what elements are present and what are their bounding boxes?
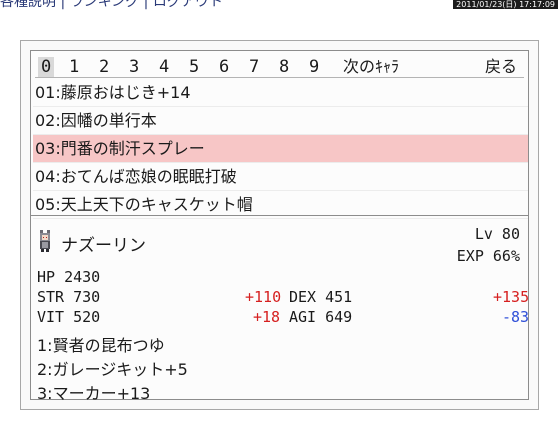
next-character-button[interactable]: 次のｷｬﾗ xyxy=(343,57,399,77)
tab-0[interactable]: 0 xyxy=(38,57,55,77)
tab-4[interactable]: 4 xyxy=(159,57,169,77)
tab-8[interactable]: 8 xyxy=(279,57,289,77)
tab-3[interactable]: 3 xyxy=(129,57,139,77)
list-item-selected[interactable]: 03:門番の制汗スプレー xyxy=(33,135,528,163)
top-nav-links[interactable]: 各種説明 | ランキング | ログアウト xyxy=(0,0,223,11)
tab-1[interactable]: 1 xyxy=(69,57,79,77)
inventory-panel: 0 1 2 3 4 5 6 7 8 9 次のｷｬﾗ 戻る 01:藤原おはじき+1… xyxy=(20,40,539,410)
str-modifier: +110 xyxy=(245,288,282,306)
tab-7[interactable]: 7 xyxy=(249,57,259,77)
equipment-slot-1[interactable]: 1:賢者の昆布つゆ xyxy=(37,332,165,356)
tab-2[interactable]: 2 xyxy=(99,57,109,77)
item-list: 01:藤原おはじき+14 02:因幡の単行本 03:門番の制汗スプレー 04:お… xyxy=(33,79,528,219)
dex-value: DEX 451 xyxy=(289,288,353,306)
tab-6[interactable]: 6 xyxy=(219,57,229,77)
character-sprite-icon xyxy=(40,230,50,252)
exp-value: EXP 66% xyxy=(456,247,520,265)
hp-line: HP 2430 xyxy=(37,268,524,288)
agi-modifier: -83 xyxy=(502,308,530,326)
datetime-badge: 2011/01/23(日) 17:17:09 xyxy=(453,0,558,9)
list-item[interactable]: 04:おてんば恋娘の眠眠打破 xyxy=(33,163,528,191)
str-value: STR 730 xyxy=(37,288,101,306)
vit-agi-line: VIT 520 +18 AGI 649 -83 xyxy=(37,308,529,328)
character-name: ナズーリン xyxy=(61,236,146,256)
inventory-frame: 0 1 2 3 4 5 6 7 8 9 次のｷｬﾗ 戻る 01:藤原おはじき+1… xyxy=(30,50,529,403)
vit-modifier: +18 xyxy=(253,308,281,326)
level-value: Lv 80 xyxy=(474,225,520,243)
character-status: ナズーリン Lv 80 EXP 66% HP 2430 STR 730 +110… xyxy=(35,221,529,403)
back-button[interactable]: 戻る xyxy=(485,57,517,77)
top-bar: 各種説明 | ランキング | ログアウト 2011/01/23(日) 17:17… xyxy=(0,0,560,11)
vit-value: VIT 520 xyxy=(37,308,101,326)
dex-modifier: +135 xyxy=(493,288,530,306)
str-dex-line: STR 730 +110 DEX 451 +135 xyxy=(37,288,529,308)
hp-value: HP 2430 xyxy=(37,268,101,286)
tab-5[interactable]: 5 xyxy=(189,57,199,77)
section-divider xyxy=(31,215,528,216)
equipment-slot-2[interactable]: 2:ガレージキット+5 xyxy=(37,356,188,380)
list-item[interactable]: 02:因幡の単行本 xyxy=(33,107,528,135)
tab-9[interactable]: 9 xyxy=(309,57,319,77)
equipment-slot-3[interactable]: 3:マーカー+13 xyxy=(37,380,150,404)
list-item[interactable]: 01:藤原おはじき+14 xyxy=(33,79,528,107)
agi-value: AGI 649 xyxy=(289,308,353,326)
tab-bar: 0 1 2 3 4 5 6 7 8 9 次のｷｬﾗ 戻る xyxy=(35,55,524,78)
